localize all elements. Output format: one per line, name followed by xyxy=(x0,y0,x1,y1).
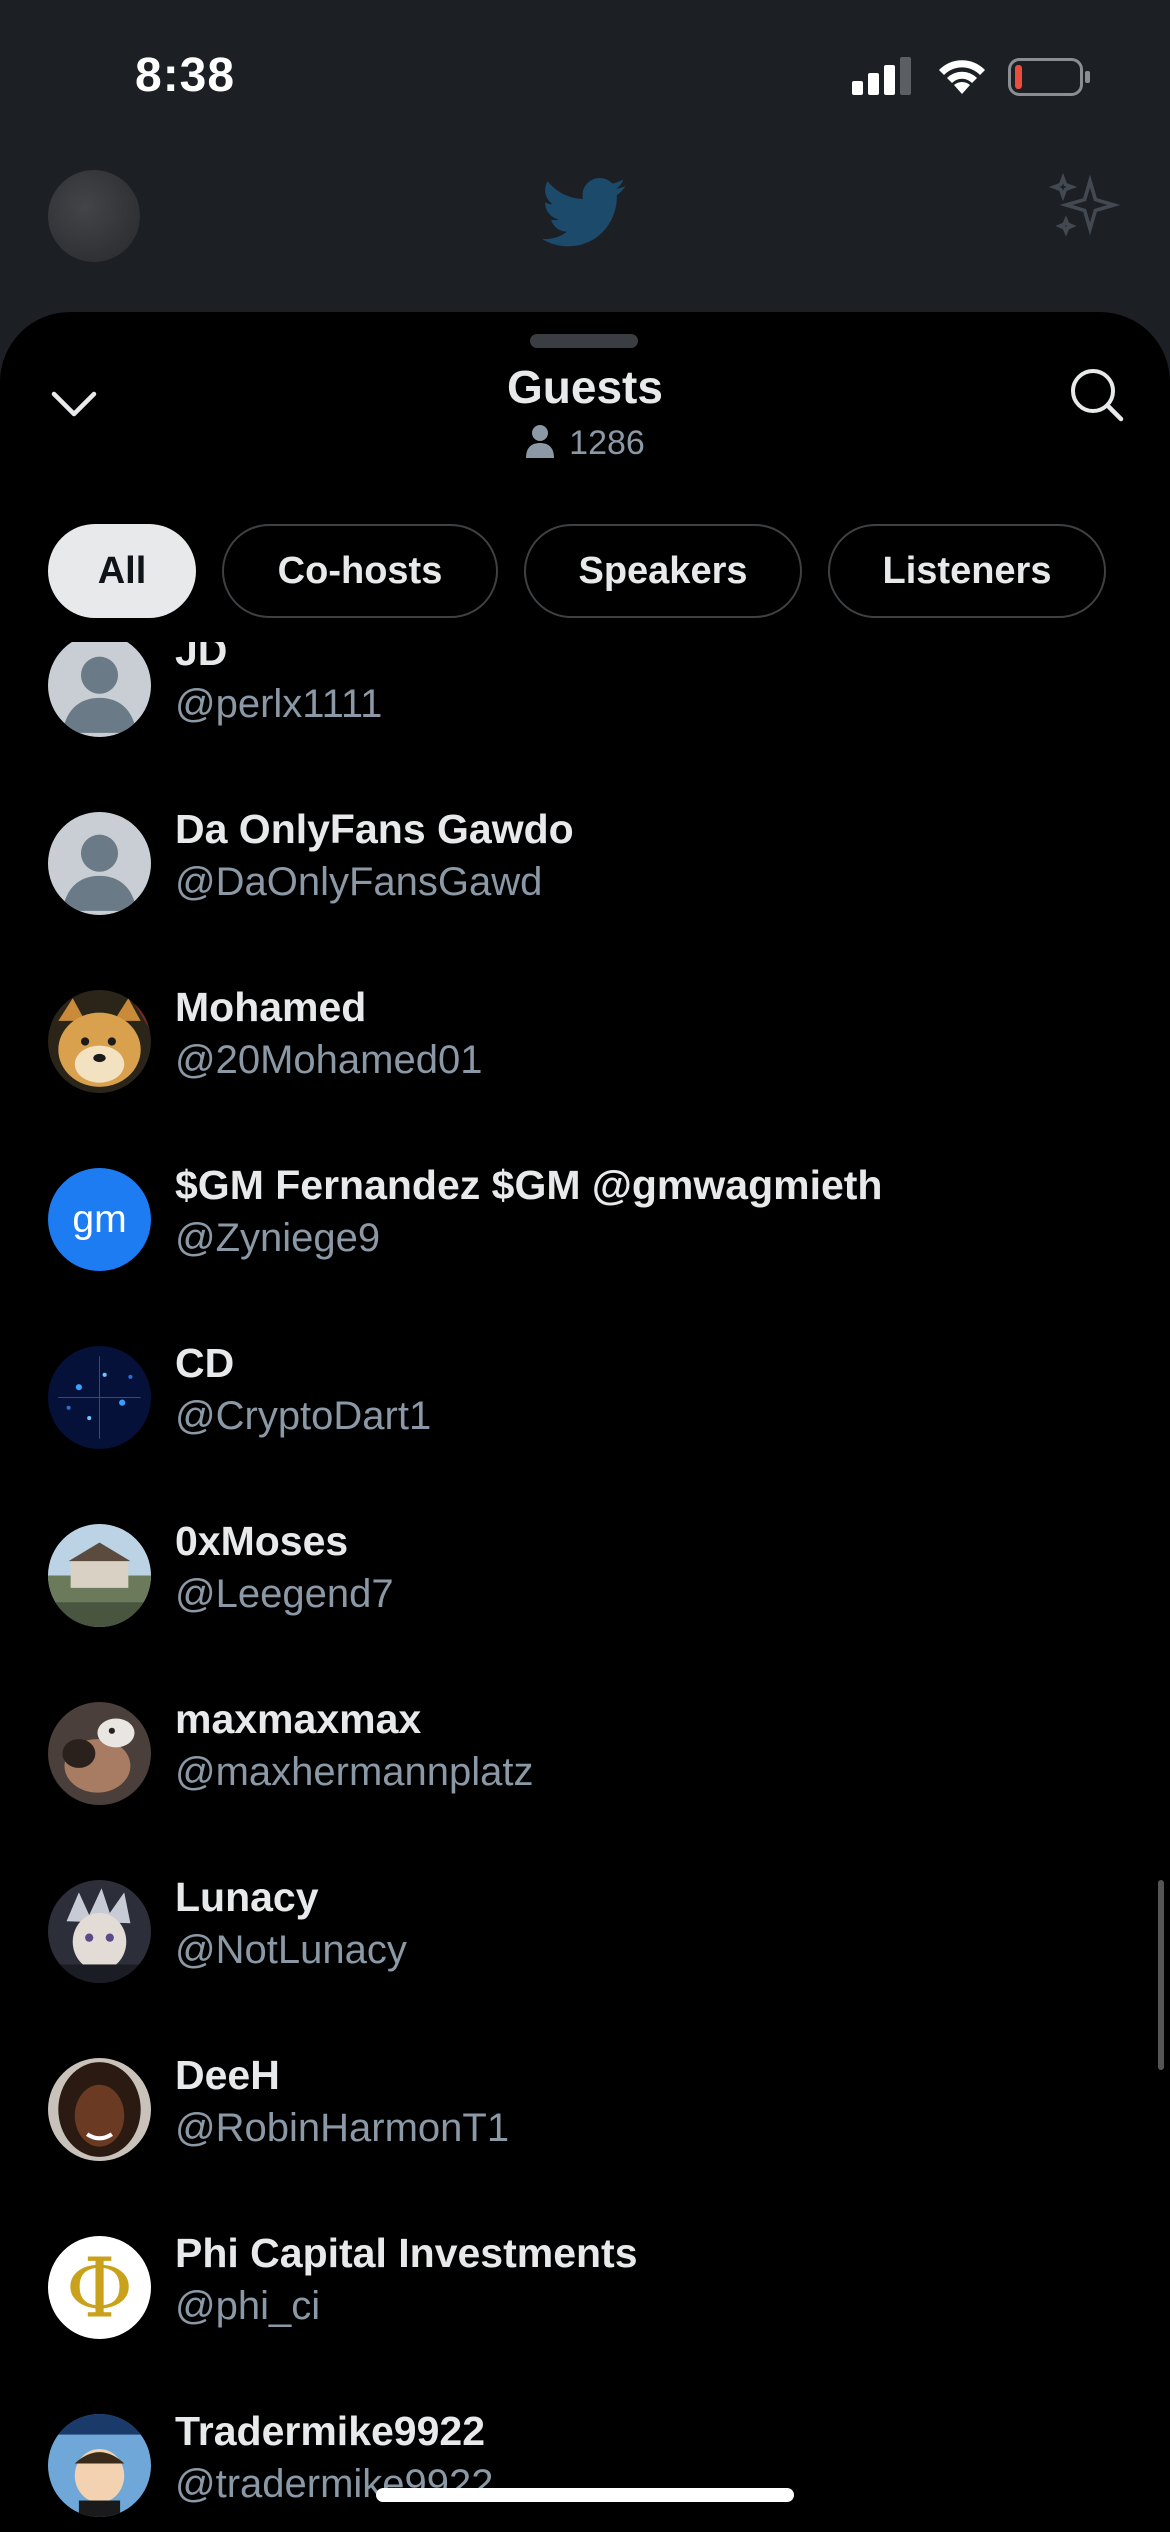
avatar xyxy=(48,812,151,915)
guest-handle: @maxhermannplatz xyxy=(175,1750,534,1794)
guest-name: $GM Fernandez $GM @gmwagmieth xyxy=(175,1162,883,1208)
guest-handle: @CryptoDart1 xyxy=(175,1394,432,1438)
list-item[interactable]: Φ Phi Capital Investments @phi_ci xyxy=(0,2230,1170,2422)
tab-co-hosts[interactable]: Co-hosts xyxy=(222,524,498,618)
guest-name: Phi Capital Investments xyxy=(175,2230,638,2276)
status-time: 8:38 xyxy=(135,49,236,102)
avatar xyxy=(48,2058,151,2161)
list-item[interactable]: 0xMoses @Leegend7 xyxy=(0,1518,1170,1710)
guest-handle: @phi_ci xyxy=(175,2284,321,2328)
list-item[interactable]: Tradermike9922 @tradermike9922 xyxy=(0,2408,1170,2532)
guest-name: Tradermike9922 xyxy=(175,2408,486,2454)
search-icon[interactable] xyxy=(1066,364,1126,424)
tab-all[interactable]: All xyxy=(48,524,196,618)
list-item[interactable]: CD @CryptoDart1 xyxy=(0,1340,1170,1532)
guest-handle: @Leegend7 xyxy=(175,1572,394,1616)
profile-avatar xyxy=(48,170,140,262)
guest-count: 1286 xyxy=(0,424,1170,463)
scrollbar[interactable] xyxy=(1158,1880,1164,2070)
filter-tabs: All Co-hosts Speakers Listeners xyxy=(48,524,1106,622)
avatar-phi-text: Φ xyxy=(66,2241,134,2336)
tab-speakers[interactable]: Speakers xyxy=(524,524,802,618)
guest-name: DeeH xyxy=(175,2052,280,2098)
tab-listeners[interactable]: Listeners xyxy=(828,524,1106,618)
guest-handle: @20Mohamed01 xyxy=(175,1038,483,1082)
list-item[interactable]: JD @perlx1111 xyxy=(0,642,1170,820)
wifi-icon xyxy=(939,60,985,94)
cellular-signal-icon xyxy=(852,57,911,95)
guest-name: 0xMoses xyxy=(175,1518,349,1564)
sheet-title: Guests xyxy=(507,361,663,413)
avatar xyxy=(48,1880,151,1983)
guest-handle: @Zyniege9 xyxy=(175,1216,381,1260)
avatar: gm xyxy=(48,1168,151,1271)
avatar xyxy=(48,2414,151,2517)
avatar xyxy=(48,990,151,1093)
avatar-gm-text: gm xyxy=(72,1198,126,1241)
list-item[interactable]: maxmaxmax @maxhermannplatz xyxy=(0,1696,1170,1888)
avatar xyxy=(48,642,151,737)
guest-name: JD xyxy=(175,642,228,674)
twitter-bird-icon xyxy=(543,178,626,247)
guest-name: Da OnlyFans Gawdo xyxy=(175,806,574,852)
guest-list: JD @perlx1111 Da OnlyFans Gawdo @DaOnlyF… xyxy=(0,642,1170,2532)
sheet-grabber[interactable] xyxy=(530,334,638,348)
avatar xyxy=(48,1702,151,1805)
list-item[interactable]: gm $GM Fernandez $GM @gmwagmieth @Zynieg… xyxy=(0,1162,1170,1354)
guest-count-value: 1286 xyxy=(569,424,645,462)
guest-handle: @NotLunacy xyxy=(175,1928,407,1972)
battery-low-icon xyxy=(1008,58,1090,96)
status-bar: 8:38 xyxy=(0,0,1170,150)
list-item[interactable]: DeeH @RobinHarmonT1 xyxy=(0,2052,1170,2244)
guests-sheet: Guests 1286 All Co-hosts Speakers Listen… xyxy=(0,312,1170,2532)
list-item[interactable]: Da OnlyFans Gawdo @DaOnlyFansGawd xyxy=(0,806,1170,998)
list-item[interactable]: Lunacy @NotLunacy xyxy=(0,1874,1170,2066)
home-indicator[interactable] xyxy=(376,2488,794,2502)
guest-name: Lunacy xyxy=(175,1874,319,1920)
guest-name: CD xyxy=(175,1340,235,1386)
guest-handle: @DaOnlyFansGawd xyxy=(175,860,543,904)
guest-name: maxmaxmax xyxy=(175,1696,422,1742)
background-top-bar xyxy=(0,150,1170,310)
guest-handle: @perlx1111 xyxy=(175,682,383,726)
avatar xyxy=(48,1524,151,1627)
avatar: Φ xyxy=(48,2236,151,2339)
sparkle-icon xyxy=(1048,172,1120,237)
avatar xyxy=(48,1346,151,1449)
person-icon xyxy=(526,425,555,458)
guest-handle: @RobinHarmonT1 xyxy=(175,2106,510,2150)
list-item[interactable]: Mohamed @20Mohamed01 xyxy=(0,984,1170,1176)
guest-name: Mohamed xyxy=(175,984,367,1030)
